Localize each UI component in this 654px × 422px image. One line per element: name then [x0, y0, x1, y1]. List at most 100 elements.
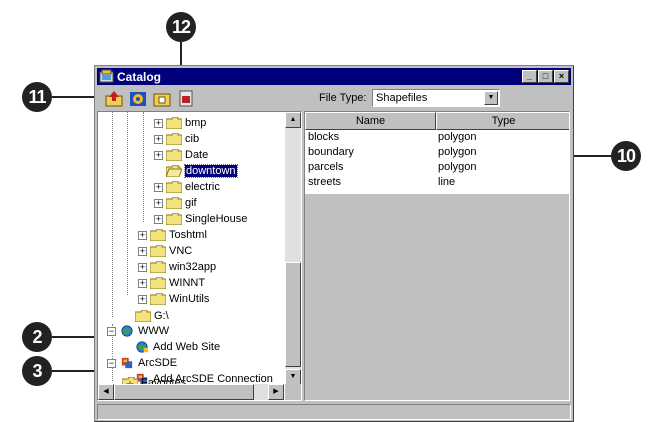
- list-row[interactable]: parcels polygon: [305, 161, 569, 176]
- tree-item-g-drive[interactable]: G:\: [135, 308, 169, 324]
- list-header: Name Type: [305, 112, 569, 130]
- expand-icon[interactable]: +: [154, 182, 163, 192]
- collapse-icon[interactable]: −: [107, 326, 116, 336]
- tree-item-toshtml[interactable]: + Toshtml: [138, 227, 207, 243]
- toolbar: File Type: Shapefiles ▼: [97, 87, 571, 110]
- tree-item-label: Add Web Site: [153, 341, 221, 353]
- connect-icon[interactable]: [129, 90, 147, 107]
- tree-vertical-scrollbar[interactable]: ▲ ▼: [285, 112, 301, 385]
- database-server-icon: [121, 357, 133, 369]
- tree-item-date[interactable]: + Date: [154, 147, 208, 163]
- row-name: blocks: [308, 131, 340, 143]
- tree-item-bmp[interactable]: + bmp: [154, 115, 206, 131]
- callout-10: 10: [611, 141, 641, 171]
- list-row[interactable]: streets line: [305, 176, 569, 191]
- tree-item-label: Toshtml: [169, 229, 207, 241]
- callout-10-leader: [568, 155, 612, 157]
- tree-item-arcsde[interactable]: − ArcSDE: [107, 355, 177, 371]
- tree-item-label: win32app: [169, 261, 217, 273]
- tree-item-label: SingleHouse: [185, 213, 248, 225]
- delete-icon[interactable]: [177, 90, 195, 107]
- expand-icon[interactable]: +: [138, 294, 147, 304]
- row-name: boundary: [308, 146, 354, 158]
- scroll-down-arrow-icon[interactable]: ▼: [285, 369, 301, 385]
- callout-12-text: 12: [171, 16, 191, 37]
- add-web-site-icon: [136, 341, 148, 353]
- new-folder-icon[interactable]: [153, 90, 171, 107]
- maximize-button[interactable]: □: [538, 70, 553, 83]
- hscroll-thumb[interactable]: [114, 384, 254, 400]
- catalog-app-icon: [99, 69, 114, 83]
- dropdown-arrow-icon[interactable]: ▼: [484, 91, 498, 105]
- tree-item-label: WWW: [138, 325, 170, 337]
- status-bar: [97, 404, 571, 420]
- file-type-value: Shapefiles: [376, 92, 428, 104]
- tree-item-label: electric: [185, 181, 220, 193]
- callout-2-leader: [52, 336, 100, 338]
- window-title: Catalog: [117, 69, 162, 84]
- folder-icon: [150, 261, 166, 273]
- tree-item-cib[interactable]: + cib: [154, 131, 199, 147]
- expand-icon[interactable]: +: [154, 214, 163, 224]
- up-one-level-icon[interactable]: [105, 90, 123, 107]
- folder-icon: [166, 149, 182, 161]
- expand-icon[interactable]: +: [138, 278, 147, 288]
- tree-item-label: WinUtils: [169, 293, 210, 305]
- callout-12: 12: [166, 12, 196, 42]
- scroll-thumb[interactable]: [285, 262, 301, 367]
- scroll-left-arrow-icon[interactable]: ◀: [98, 384, 114, 400]
- scroll-up-arrow-icon[interactable]: ▲: [285, 112, 301, 128]
- tree-item-downtown[interactable]: downtown: [166, 163, 238, 179]
- callout-11-text: 11: [28, 86, 46, 107]
- row-name: parcels: [308, 161, 344, 173]
- tree-guide: [112, 112, 113, 317]
- close-button[interactable]: ×: [554, 70, 569, 83]
- expand-icon[interactable]: +: [154, 134, 163, 144]
- tree-item-www[interactable]: − WWW: [107, 323, 169, 339]
- file-type-dropdown[interactable]: Shapefiles ▼: [372, 89, 500, 107]
- tree-item-label: cib: [185, 133, 200, 145]
- folder-icon: [166, 133, 182, 145]
- tree-item-winnt[interactable]: + WINNT: [138, 275, 205, 291]
- expand-icon[interactable]: +: [154, 118, 163, 128]
- scroll-corner: [285, 384, 301, 400]
- scroll-right-arrow-icon[interactable]: ▶: [268, 384, 284, 400]
- tree-item-winutils[interactable]: + WinUtils: [138, 291, 209, 307]
- tree-item-vnc[interactable]: + VNC: [138, 243, 192, 259]
- tree-item-electric[interactable]: + electric: [154, 179, 220, 195]
- list-body: blocks polygon boundary polygon parcels …: [305, 130, 569, 194]
- column-header-type[interactable]: Type: [436, 112, 569, 130]
- row-name: streets: [308, 176, 342, 188]
- tree-item-add-web-site[interactable]: Add Web Site: [134, 339, 220, 355]
- title-bar[interactable]: Catalog _ □ ×: [97, 68, 571, 85]
- expand-icon[interactable]: +: [138, 230, 147, 240]
- tree-item-singlehouse[interactable]: + SingleHouse: [154, 211, 247, 227]
- folder-icon: [166, 117, 182, 129]
- folder-icon: [150, 293, 166, 305]
- expand-icon[interactable]: +: [154, 198, 163, 208]
- folder-icon: [150, 245, 166, 257]
- expand-icon[interactable]: +: [154, 150, 163, 160]
- tree-item-label: gif: [185, 197, 197, 209]
- folder-icon: [135, 310, 151, 322]
- row-type: polygon: [438, 146, 477, 158]
- globe-icon: [121, 325, 133, 337]
- minimize-button[interactable]: _: [522, 70, 537, 83]
- expand-icon[interactable]: +: [138, 246, 147, 256]
- list-row[interactable]: blocks polygon: [305, 131, 569, 146]
- tree-item-win32app[interactable]: + win32app: [138, 259, 216, 275]
- collapse-icon[interactable]: −: [107, 358, 116, 368]
- callout-10-text: 10: [616, 145, 636, 166]
- catalog-tree: + bmp + cib + Date downtown + electric +…: [98, 112, 284, 385]
- tree-item-label: G:\: [154, 310, 169, 322]
- row-type: line: [438, 176, 456, 188]
- tree-horizontal-scrollbar[interactable]: ◀ ▶: [98, 384, 284, 400]
- catalog-tree-pane: + bmp + cib + Date downtown + electric +…: [97, 111, 302, 401]
- folder-icon: [166, 181, 182, 193]
- column-header-name[interactable]: Name: [305, 112, 436, 130]
- tree-item-label: WINNT: [169, 277, 206, 289]
- tree-item-gif[interactable]: + gif: [154, 195, 197, 211]
- expand-icon[interactable]: +: [138, 262, 147, 272]
- folder-icon: [166, 197, 182, 209]
- list-row[interactable]: boundary polygon: [305, 146, 569, 161]
